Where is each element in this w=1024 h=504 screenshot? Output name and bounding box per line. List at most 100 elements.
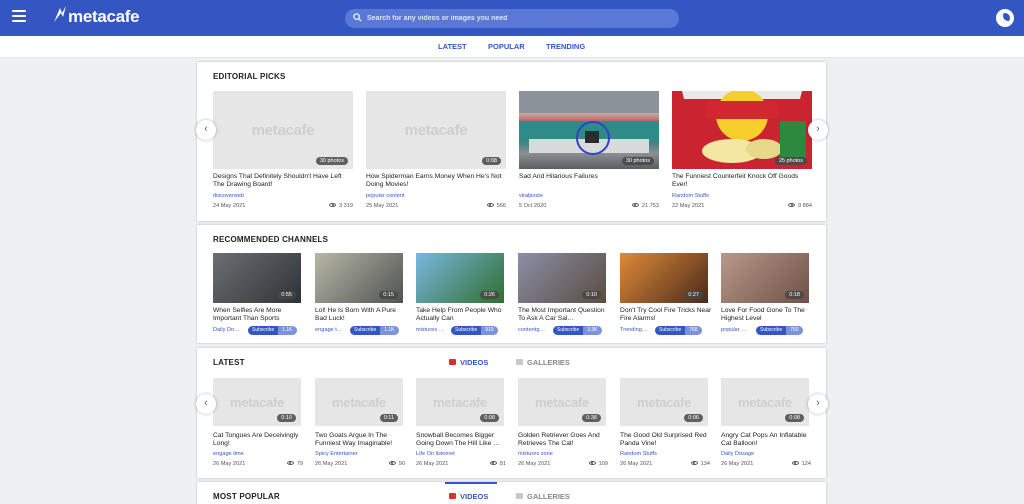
subscribe-label: Subscribe bbox=[350, 326, 381, 335]
card-thumbnail[interactable]: metacafe 30 photos bbox=[213, 91, 353, 169]
editorial-picks-section: EDITORIAL PICKS metacafe 30 photos Desig… bbox=[197, 62, 826, 221]
channel-thumbnail[interactable]: 0:55 bbox=[213, 253, 301, 303]
tab-galleries-label: GALLERIES bbox=[527, 358, 570, 367]
channel-name[interactable]: mixtures … bbox=[416, 327, 446, 333]
subscribe-button[interactable]: Subscribe 919 bbox=[451, 326, 498, 335]
channel-name[interactable]: Daily Do… bbox=[213, 327, 243, 333]
menu-icon[interactable] bbox=[12, 10, 26, 24]
card-views: 9 884 bbox=[772, 203, 812, 209]
tab-videos[interactable]: VIDEOS bbox=[449, 358, 488, 367]
card-source[interactable]: popular content bbox=[366, 193, 405, 199]
carousel-next-button[interactable]: › bbox=[808, 120, 828, 140]
video-thumbnail[interactable]: metacafe 0:08 bbox=[721, 378, 809, 426]
video-views: 81 bbox=[466, 461, 506, 467]
eye-icon bbox=[486, 203, 494, 207]
card-thumbnail[interactable]: metacafe 0:08 bbox=[366, 91, 506, 169]
channel-name[interactable]: Trending… bbox=[620, 327, 650, 333]
video-source[interactable]: Random Stuffs bbox=[620, 451, 657, 457]
section-title: LATEST bbox=[213, 358, 245, 367]
nav-latest[interactable]: LATEST bbox=[438, 42, 467, 51]
subscribe-label: Subscribe bbox=[553, 326, 584, 335]
carousel-prev-button[interactable]: ‹ bbox=[196, 394, 216, 414]
channel-thumbnail[interactable]: 0:27 bbox=[620, 253, 708, 303]
card-date: 5 Oct 2020 bbox=[519, 203, 547, 209]
search-bar[interactable] bbox=[345, 9, 679, 28]
eye-icon bbox=[788, 203, 795, 207]
video-date: 26 May 2021 bbox=[213, 461, 246, 467]
top-bar: metacafe bbox=[0, 0, 1024, 36]
carousel-prev-button[interactable]: ‹ bbox=[196, 120, 216, 140]
views-count: 81 bbox=[499, 461, 506, 467]
subscribe-button[interactable]: Subscribe 768 bbox=[655, 326, 702, 335]
channel-video-title[interactable]: The Most Important Question To Ask A Car… bbox=[518, 307, 610, 324]
channel-name[interactable]: engage t… bbox=[315, 327, 345, 333]
card-thumbnail[interactable]: 30 photos bbox=[519, 91, 659, 169]
channel-thumbnail[interactable]: 0:15 bbox=[315, 253, 403, 303]
video-views: 134 bbox=[670, 461, 710, 467]
channel-video-title[interactable]: When Selfies Are More Important Than Spo… bbox=[213, 307, 305, 324]
card-thumbnail[interactable]: 25 photos bbox=[672, 91, 812, 169]
card-views: 3 319 bbox=[313, 203, 353, 209]
subscribe-button[interactable]: Subscribe 1.1K bbox=[248, 326, 297, 335]
card-source[interactable]: Random Stuffs bbox=[672, 193, 709, 199]
channel-thumbnail[interactable]: 0:26 bbox=[416, 253, 504, 303]
subscribe-button[interactable]: Subscribe 760 bbox=[756, 326, 803, 335]
nav-popular[interactable]: POPULAR bbox=[488, 42, 525, 51]
video-source[interactable]: Life On listomet bbox=[416, 451, 455, 457]
channel-video-title[interactable]: Lol! He Is Born With A Pure Bad Luck! bbox=[315, 307, 407, 324]
video-thumbnail[interactable]: metacafe 0:38 bbox=[518, 378, 606, 426]
video-thumbnail[interactable]: metacafe 0:10 bbox=[213, 378, 301, 426]
tab-galleries[interactable]: GALLERIES bbox=[516, 358, 570, 367]
subscribe-label: Subscribe bbox=[756, 326, 787, 335]
card-title[interactable]: Sad And Hilarious Failures bbox=[519, 173, 659, 190]
sub-navigation: LATEST POPULAR TRENDING bbox=[0, 36, 1024, 58]
card-source[interactable]: viralposte bbox=[519, 193, 543, 199]
views-count: 109 bbox=[598, 461, 608, 467]
video-thumbnail[interactable]: metacafe 0:06 bbox=[620, 378, 708, 426]
tab-galleries[interactable]: GALLERIES bbox=[516, 492, 570, 501]
card-title[interactable]: Designs That Definitely Shouldn't Have L… bbox=[213, 173, 353, 190]
video-source[interactable]: Spicy Entertainer bbox=[315, 451, 358, 457]
channel-video-title[interactable]: Take Help From People Who Actually Can bbox=[416, 307, 508, 324]
chevron-left-icon: ‹ bbox=[204, 397, 208, 409]
channel-name[interactable]: contentg… bbox=[518, 327, 548, 333]
subscribe-button[interactable]: Subscribe 1.1K bbox=[350, 326, 399, 335]
tab-videos[interactable]: VIDEOS bbox=[449, 492, 488, 501]
nav-trending[interactable]: TRENDING bbox=[546, 42, 585, 51]
user-avatar-icon[interactable] bbox=[996, 9, 1014, 27]
search-input[interactable] bbox=[367, 9, 667, 28]
video-source[interactable]: mixtures zone bbox=[518, 451, 553, 457]
duration-badge: 0:55 bbox=[277, 291, 296, 299]
channel-thumbnail[interactable]: 0:18 bbox=[721, 253, 809, 303]
video-title[interactable]: Snowball Becomes Bigger Going Down The H… bbox=[416, 432, 508, 449]
card-views: 21 753 bbox=[619, 203, 659, 209]
watermark: metacafe bbox=[738, 395, 792, 410]
card-source[interactable]: discoverweb bbox=[213, 193, 244, 199]
eye-icon bbox=[286, 461, 294, 465]
tab-videos-label: VIDEOS bbox=[460, 358, 489, 367]
video-source[interactable]: engage time bbox=[213, 451, 244, 457]
video-title[interactable]: Angry Cat Pops An Inflatable Cat Balloon… bbox=[721, 432, 813, 449]
video-source[interactable]: Daily Dosage bbox=[721, 451, 754, 457]
channel-video-title[interactable]: Don't Try Cool Fire Tricks Near Fire Ala… bbox=[620, 307, 712, 324]
card-title[interactable]: How Spiderman Earns Money When He's Not … bbox=[366, 173, 506, 190]
card-title[interactable]: The Funniest Counterfeit Knock Off Goods… bbox=[672, 173, 812, 190]
watermark: metacafe bbox=[404, 122, 468, 139]
card-date: 24 May 2021 bbox=[213, 203, 246, 209]
video-title[interactable]: The Good Old Surprised Red Panda Vine! bbox=[620, 432, 712, 449]
carousel-next-button[interactable]: › bbox=[808, 394, 828, 414]
channel-thumbnail[interactable]: 0:10 bbox=[518, 253, 606, 303]
video-title[interactable]: Golden Retriever Goes And Retrieves The … bbox=[518, 432, 610, 449]
subscribe-label: Subscribe bbox=[451, 326, 482, 335]
logo-icon bbox=[54, 6, 66, 22]
video-thumbnail[interactable]: metacafe 0:11 bbox=[315, 378, 403, 426]
video-title[interactable]: Cat Tongues Are Deceivingly Long! bbox=[213, 432, 305, 449]
channel-name[interactable]: popular … bbox=[721, 327, 751, 333]
video-title[interactable]: Two Goats Argue In The Funniest Way Imag… bbox=[315, 432, 407, 449]
search-icon[interactable] bbox=[353, 13, 362, 22]
subscribe-button[interactable]: Subscribe 3.3K bbox=[553, 326, 602, 335]
logo[interactable]: metacafe bbox=[54, 6, 140, 27]
eye-icon bbox=[791, 461, 799, 465]
video-thumbnail[interactable]: metacafe 0:08 bbox=[416, 378, 504, 426]
channel-video-title[interactable]: Love For Food Gone To The Highest Level bbox=[721, 307, 813, 324]
